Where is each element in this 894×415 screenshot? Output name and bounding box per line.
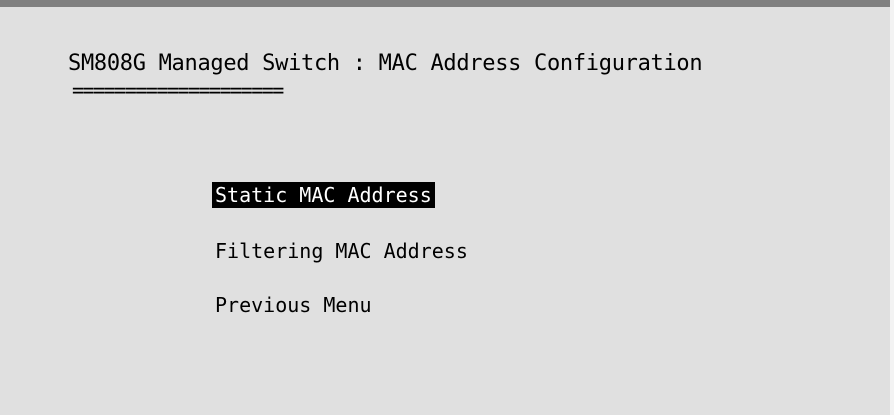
title-underline: ==================== — [72, 78, 284, 102]
window-top-border — [0, 0, 894, 7]
menu-item-previous-menu[interactable]: Previous Menu — [212, 292, 375, 318]
menu-item-static-mac-address[interactable]: Static MAC Address — [212, 182, 435, 208]
menu-item-filtering-mac-address[interactable]: Filtering MAC Address — [212, 238, 471, 264]
terminal-screen: SM808G Managed Switch : MAC Address Conf… — [0, 7, 890, 415]
page-title: SM808G Managed Switch : MAC Address Conf… — [68, 51, 703, 76]
window-right-border — [890, 0, 894, 415]
